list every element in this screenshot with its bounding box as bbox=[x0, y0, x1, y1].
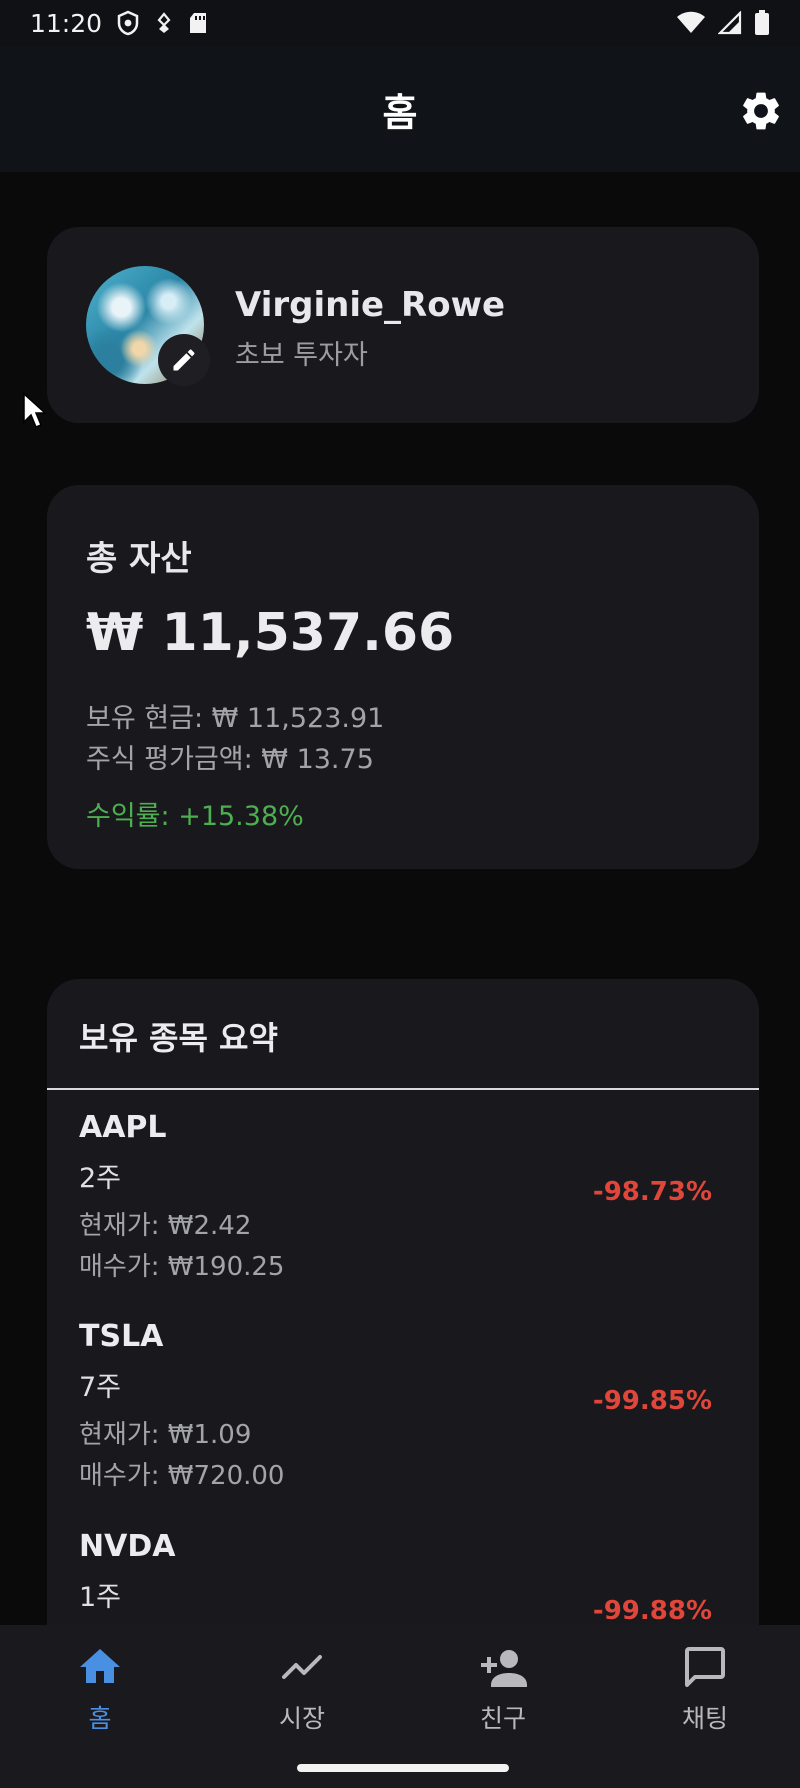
person-add-icon bbox=[481, 1650, 527, 1687]
nav-item-market[interactable]: 시장 bbox=[242, 1643, 362, 1743]
status-time: 11:20 bbox=[30, 8, 103, 38]
nav-item-friends[interactable]: 친구 bbox=[443, 1643, 563, 1743]
holding-quantity: 1주 bbox=[79, 1582, 122, 1613]
holding-current-price: 현재가: ₩1.09 bbox=[79, 1420, 252, 1450]
status-left: 11:20 bbox=[30, 9, 208, 38]
nav-item-chat[interactable]: 채팅 bbox=[645, 1643, 765, 1743]
holding-symbol: TSLA bbox=[79, 1319, 164, 1354]
signal-dot-icon bbox=[157, 12, 171, 33]
assets-title: 총 자산 bbox=[86, 539, 192, 579]
total-assets-card: 총 자산 ₩ 11,537.66 보유 현금: ₩ 11,523.91 주식 평… bbox=[47, 485, 759, 869]
assets-total: ₩ 11,537.66 bbox=[86, 603, 455, 663]
chat-bubble-icon bbox=[685, 1647, 725, 1687]
holding-row-aapl[interactable]: AAPL 2주 현재가: ₩2.42 매수가: ₩190.25 -98.73% bbox=[47, 1110, 759, 1320]
holding-symbol: AAPL bbox=[79, 1110, 167, 1145]
settings-button[interactable] bbox=[736, 86, 786, 136]
holdings-title: 보유 종목 요약 bbox=[79, 1019, 278, 1057]
status-right bbox=[676, 10, 770, 36]
gear-icon bbox=[743, 92, 779, 130]
nav-label-market: 시장 bbox=[278, 1704, 325, 1733]
home-icon bbox=[80, 1649, 120, 1683]
holding-symbol: NVDA bbox=[79, 1529, 176, 1564]
holding-row-tsla[interactable]: TSLA 7주 현재가: ₩1.09 매수가: ₩720.00 -99.85% bbox=[47, 1319, 759, 1529]
edit-avatar-button[interactable] bbox=[158, 334, 210, 386]
holding-quantity: 7주 bbox=[79, 1372, 122, 1403]
nav-label-home: 홈 bbox=[88, 1704, 112, 1733]
holding-quantity: 2주 bbox=[79, 1163, 122, 1194]
assets-return-rate: 수익률: +15.38% bbox=[86, 801, 304, 832]
holding-buy-price: 매수가: ₩720.00 bbox=[79, 1461, 285, 1491]
username: Virginie_Rowe bbox=[235, 285, 506, 325]
holding-change: -99.85% bbox=[592, 1386, 712, 1416]
home-indicator[interactable] bbox=[297, 1764, 509, 1772]
holdings-divider bbox=[47, 1088, 759, 1090]
holding-current-price: 현재가: ₩2.42 bbox=[79, 1211, 252, 1241]
trending-line-icon bbox=[282, 1655, 322, 1679]
assets-stock-value: 주식 평가금액: ₩ 13.75 bbox=[86, 744, 374, 775]
shield-icon bbox=[117, 10, 139, 36]
sd-card-icon bbox=[190, 13, 207, 33]
wifi-icon bbox=[677, 11, 705, 33]
holdings-card: 보유 종목 요약 AAPL 2주 현재가: ₩2.42 매수가: ₩190.25… bbox=[47, 979, 759, 1659]
pencil-icon bbox=[173, 349, 195, 371]
holding-change: -98.73% bbox=[592, 1177, 712, 1207]
battery-icon bbox=[755, 10, 769, 35]
cell-signal-icon bbox=[718, 11, 742, 35]
assets-cash: 보유 현금: ₩ 11,523.91 bbox=[86, 703, 385, 734]
holding-buy-price: 매수가: ₩190.25 bbox=[79, 1252, 285, 1282]
nav-label-chat: 채팅 bbox=[681, 1704, 728, 1733]
avatar-wrap bbox=[86, 266, 210, 386]
status-bar: 11:20 bbox=[0, 0, 800, 46]
holding-change: -99.88% bbox=[592, 1596, 712, 1626]
nav-label-friends: 친구 bbox=[479, 1704, 526, 1733]
profile-card[interactable]: Virginie_Rowe 초보 투자자 bbox=[47, 227, 759, 423]
nav-item-home[interactable]: 홈 bbox=[40, 1643, 160, 1743]
page-title: 홈 bbox=[382, 91, 418, 135]
user-level: 초보 투자자 bbox=[235, 340, 368, 371]
mouse-cursor-icon bbox=[23, 392, 47, 428]
app-bar: 홈 bbox=[0, 46, 800, 172]
